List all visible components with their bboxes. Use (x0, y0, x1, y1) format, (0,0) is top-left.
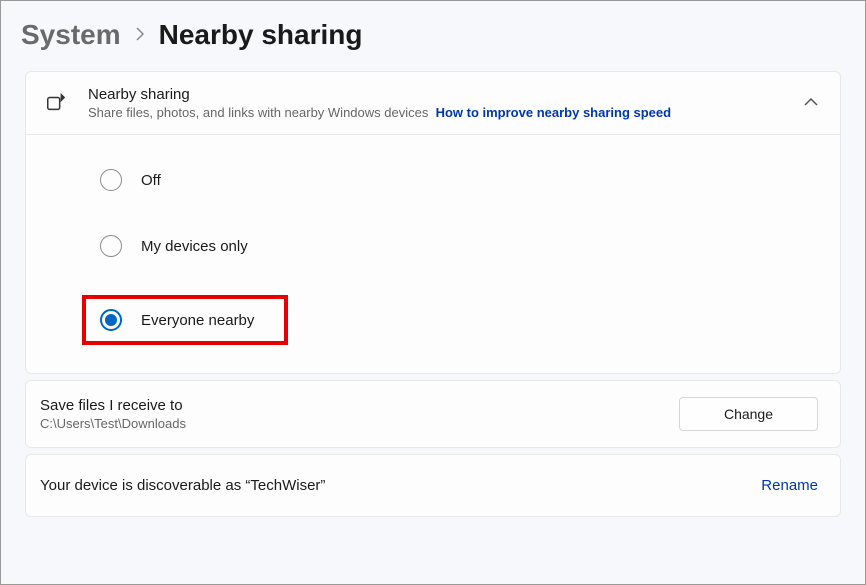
radio-my-devices-only[interactable]: My devices only (92, 229, 840, 263)
chevron-up-icon (804, 94, 818, 112)
radio-everyone-nearby[interactable]: Everyone nearby (92, 309, 254, 331)
highlight-box: Everyone nearby (82, 295, 288, 345)
save-location-path: C:\Users\Test\Downloads (40, 416, 663, 431)
help-link[interactable]: How to improve nearby sharing speed (436, 105, 672, 120)
nearby-sharing-header[interactable]: Nearby sharing Share files, photos, and … (26, 72, 840, 135)
nearby-sharing-title: Nearby sharing (88, 86, 784, 103)
rename-link[interactable]: Rename (761, 477, 818, 494)
radio-indicator (100, 169, 122, 191)
save-location-title: Save files I receive to (40, 397, 663, 414)
nearby-sharing-panel: Nearby sharing Share files, photos, and … (25, 71, 841, 374)
radio-label: Everyone nearby (141, 312, 254, 329)
radio-label: Off (141, 172, 161, 189)
radio-off[interactable]: Off (92, 163, 840, 197)
radio-label: My devices only (141, 238, 248, 255)
breadcrumb-parent[interactable]: System (21, 19, 121, 51)
discoverable-panel: Your device is discoverable as “TechWise… (25, 454, 841, 517)
radio-indicator (100, 309, 122, 331)
sharing-options: Off My devices only Everyone nearby (26, 135, 840, 373)
radio-indicator (100, 235, 122, 257)
breadcrumb: System Nearby sharing (1, 1, 865, 71)
save-location-panel: Save files I receive to C:\Users\Test\Do… (25, 380, 841, 448)
share-icon (44, 91, 68, 115)
breadcrumb-current: Nearby sharing (159, 19, 363, 51)
change-button[interactable]: Change (679, 397, 818, 431)
nearby-sharing-subtitle: Share files, photos, and links with near… (88, 105, 784, 120)
discoverable-title: Your device is discoverable as “TechWise… (40, 477, 745, 494)
chevron-right-icon (135, 25, 145, 46)
